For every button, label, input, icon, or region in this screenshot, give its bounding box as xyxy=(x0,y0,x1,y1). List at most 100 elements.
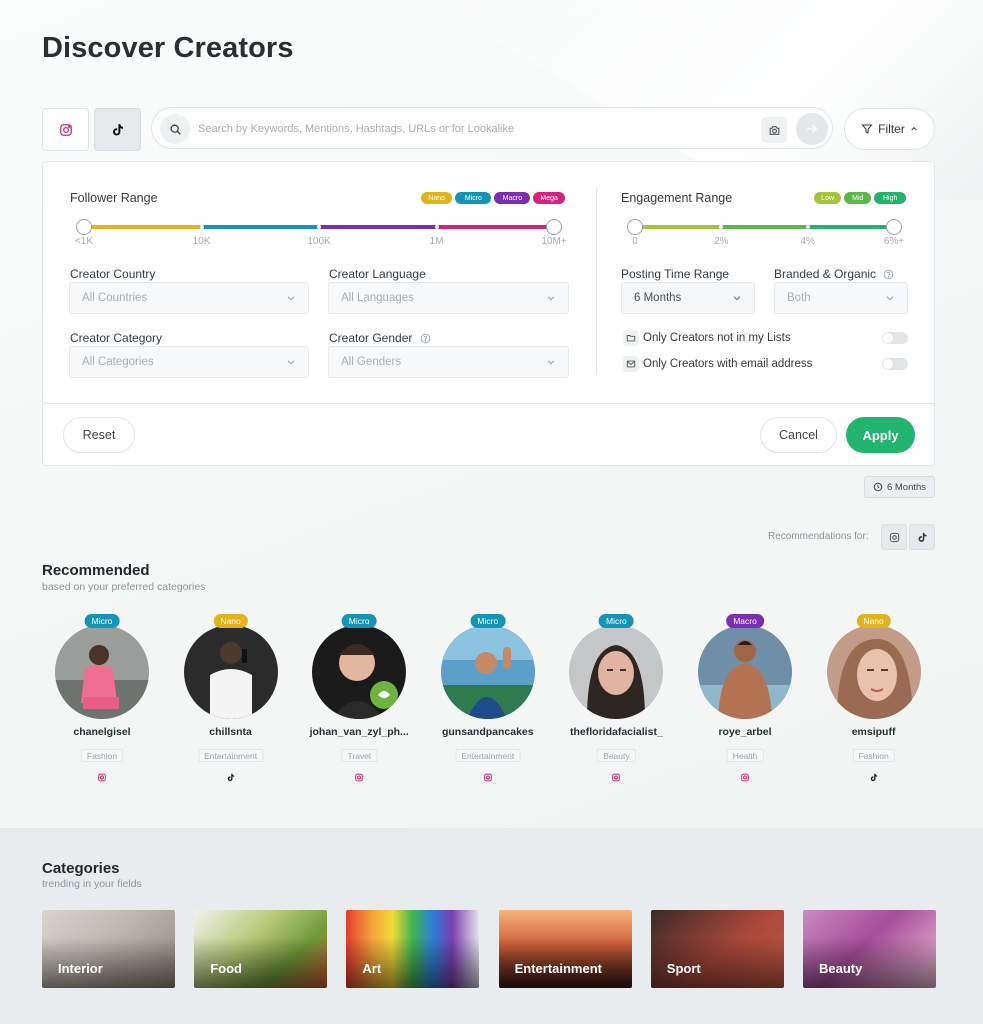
creator-card[interactable]: Micro chanelgisel Fashion xyxy=(42,614,162,784)
creator-language-label: Creator Language xyxy=(329,267,426,281)
avatar[interactable] xyxy=(183,625,278,719)
tier-pill-mega: Mega xyxy=(533,192,565,204)
slider-tick-label: 0 xyxy=(632,236,638,247)
reset-button[interactable]: Reset xyxy=(63,417,135,453)
tiktok-icon xyxy=(112,123,123,136)
tile-overlay xyxy=(650,910,784,988)
creator-gender-select[interactable]: All Genders xyxy=(328,346,569,378)
category-tile-sport[interactable]: Sport xyxy=(650,910,784,988)
instagram-icon xyxy=(483,769,492,787)
help-icon[interactable] xyxy=(883,269,894,280)
avatar[interactable] xyxy=(440,625,535,719)
panel-divider xyxy=(596,188,597,374)
category-tile-food[interactable]: Food xyxy=(194,910,328,988)
posting-time-select[interactable]: 6 Months xyxy=(621,282,755,314)
slider-max-handle[interactable] xyxy=(886,219,902,235)
recommend-instagram-button[interactable] xyxy=(881,524,907,550)
cancel-button[interactable]: Cancel xyxy=(760,417,837,453)
tier-pill-mid: Mid xyxy=(844,192,872,204)
creator-name[interactable]: johan_van_zyl_ph... xyxy=(299,726,419,738)
creator-name[interactable]: thefloridafacialist_ xyxy=(556,726,676,738)
slider-tick-dot xyxy=(434,225,439,229)
creator-card[interactable]: Nano chillsnta Entertainment xyxy=(171,614,291,784)
category-tile-beauty[interactable]: Beauty xyxy=(803,910,936,988)
page-title: Discover Creators xyxy=(42,32,294,64)
chevron-down-icon xyxy=(287,296,295,301)
time-range-badge[interactable]: 6 Months xyxy=(864,476,935,498)
creator-category-tag: Fashion xyxy=(80,749,124,762)
tiktok-icon xyxy=(869,769,878,787)
tiktok-platform-button[interactable] xyxy=(94,108,141,151)
only-with-email-toggle[interactable] xyxy=(882,358,908,370)
mail-icon xyxy=(623,356,639,372)
branded-organic-label: Branded & Organic xyxy=(774,267,894,281)
slider-max-handle[interactable] xyxy=(546,219,562,235)
avatar[interactable] xyxy=(55,625,149,719)
tile-overlay xyxy=(498,910,632,988)
creator-country-label: Creator Country xyxy=(70,267,156,281)
creator-category-tag: Entertainment xyxy=(455,749,521,762)
filter-label: Filter xyxy=(878,122,905,136)
avatar[interactable] xyxy=(569,625,664,719)
instagram-platform-button[interactable] xyxy=(42,108,89,151)
slider-tick-label: 2% xyxy=(714,236,729,247)
tile-overlay xyxy=(42,910,175,988)
creator-country-select[interactable]: All Countries xyxy=(69,282,309,314)
tier-pill-micro: Micro xyxy=(455,192,492,204)
categories-title: Categories xyxy=(42,860,120,877)
slider-tick-label: 10K xyxy=(192,236,211,247)
search-submit-button[interactable] xyxy=(796,113,828,145)
creator-name[interactable]: emsipuff xyxy=(814,726,934,738)
chevron-down-icon xyxy=(886,296,894,301)
creator-name[interactable]: chanelgisel xyxy=(42,726,162,738)
creator-card[interactable]: Micro gunsandpancakes Entertainment xyxy=(428,614,548,784)
tier-pill-low: Low xyxy=(814,192,842,204)
creator-name[interactable]: roye_arbel xyxy=(685,726,805,738)
filter-button[interactable]: Filter xyxy=(844,108,935,150)
creator-category-select[interactable]: All Categories xyxy=(69,346,309,378)
search-icon[interactable] xyxy=(160,114,190,144)
creator-category-tag: Health xyxy=(726,749,764,762)
chevron-up-icon xyxy=(911,126,917,131)
camera-icon[interactable] xyxy=(761,117,787,143)
creator-card[interactable]: Macro roye_arbel Health xyxy=(685,614,805,784)
creator-card[interactable]: Micro johan_van_zyl_ph... Travel xyxy=(299,614,419,784)
recommendations-for-label: Recommendations for: xyxy=(768,531,869,542)
arrow-right-icon xyxy=(807,125,818,133)
creator-language-select[interactable]: All Languages xyxy=(328,282,569,314)
category-tile-entertainment[interactable]: Entertainment xyxy=(498,910,632,988)
folder-icon xyxy=(623,330,639,346)
creator-card[interactable]: Nano emsipuff Fashion xyxy=(814,614,934,784)
only-not-in-lists-toggle[interactable] xyxy=(882,332,908,344)
slider-track-micro xyxy=(201,225,319,229)
creator-card[interactable]: Micro thefloridafacialist_ Beauty xyxy=(556,614,676,784)
slider-min-handle[interactable] xyxy=(627,219,643,235)
category-tile-label: Sport xyxy=(666,961,701,976)
creator-tier-badge: Nano xyxy=(856,614,891,628)
posting-time-label: Posting Time Range xyxy=(621,267,730,281)
category-tile-interior[interactable]: Interior xyxy=(42,910,175,988)
tile-overlay xyxy=(346,910,480,988)
help-icon[interactable] xyxy=(420,333,431,344)
recommend-tiktok-button[interactable] xyxy=(909,524,935,550)
category-tile-label: Beauty xyxy=(819,961,863,976)
creator-category-tag: Beauty xyxy=(597,749,636,762)
branded-organic-select[interactable]: Both xyxy=(774,282,908,314)
instagram-icon xyxy=(355,769,364,787)
avatar[interactable] xyxy=(698,625,792,719)
instagram-icon xyxy=(741,769,750,787)
chevron-down-icon xyxy=(547,296,555,301)
follower-range-label: Follower Range xyxy=(70,191,158,205)
recommended-subtitle: based on your preferred categories xyxy=(42,581,206,593)
avatar[interactable] xyxy=(826,625,921,719)
category-tile-art[interactable]: Art xyxy=(346,910,480,988)
tier-pill-high: High xyxy=(874,192,906,204)
creator-name[interactable]: chillsnta xyxy=(171,726,291,738)
creator-gender-value: All Genders xyxy=(341,356,402,368)
search-input[interactable] xyxy=(198,118,748,140)
avatar[interactable] xyxy=(312,625,407,719)
apply-button[interactable]: Apply xyxy=(846,417,915,453)
slider-min-handle[interactable] xyxy=(76,219,92,235)
slider-track-mega xyxy=(436,225,554,229)
creator-name[interactable]: gunsandpancakes xyxy=(428,726,548,738)
